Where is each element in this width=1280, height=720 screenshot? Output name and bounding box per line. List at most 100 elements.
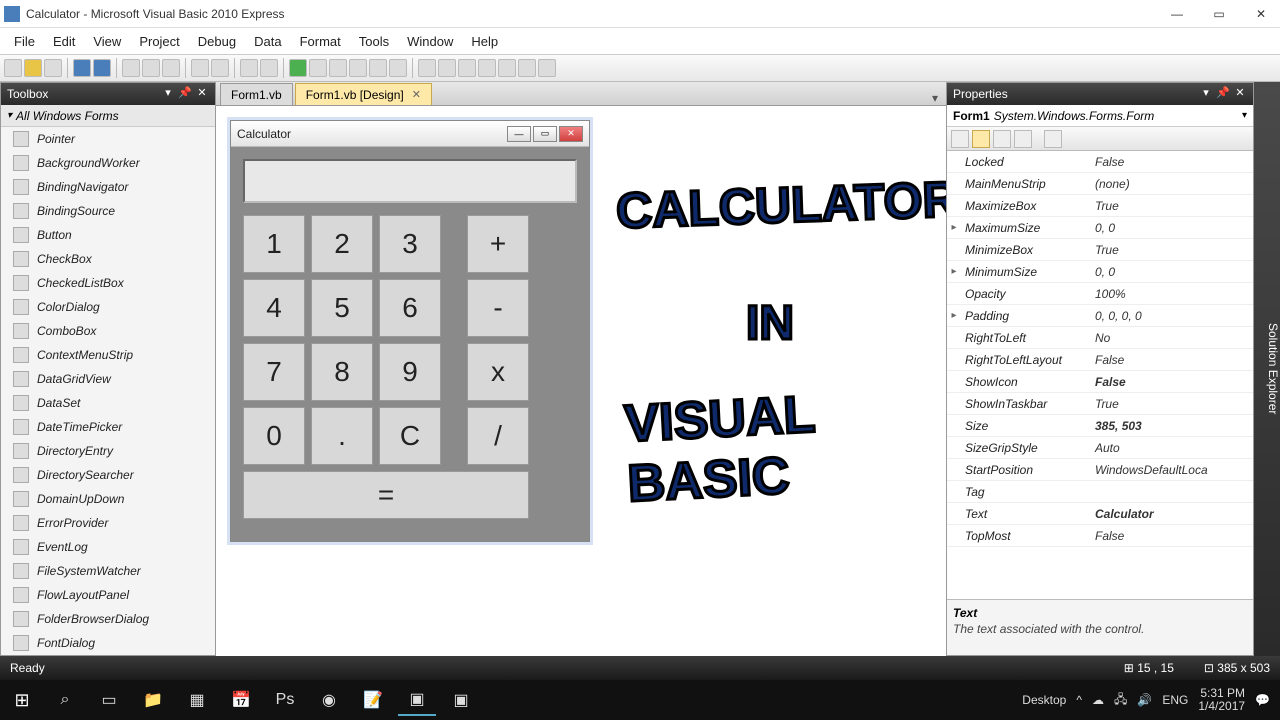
tool-c-icon[interactable] bbox=[458, 59, 476, 77]
start-debug-icon[interactable] bbox=[289, 59, 307, 77]
menu-file[interactable]: File bbox=[6, 31, 43, 52]
property-row[interactable]: TextCalculator bbox=[947, 503, 1253, 525]
property-row[interactable]: RightToLeftLayoutFalse bbox=[947, 349, 1253, 371]
toolbox-item[interactable]: DirectoryEntry bbox=[1, 439, 215, 463]
new-project-icon[interactable] bbox=[4, 59, 22, 77]
property-row[interactable]: MinimizeBoxTrue bbox=[947, 239, 1253, 261]
property-row[interactable]: RightToLeftNo bbox=[947, 327, 1253, 349]
expand-icon[interactable]: ▸ bbox=[947, 266, 961, 277]
file-explorer-icon[interactable]: 📁 bbox=[134, 684, 172, 716]
redo-icon[interactable] bbox=[260, 59, 278, 77]
close-button[interactable]: ✕ bbox=[1246, 7, 1276, 21]
menu-project[interactable]: Project bbox=[131, 31, 187, 52]
menu-data[interactable]: Data bbox=[246, 31, 289, 52]
open-file-icon[interactable] bbox=[24, 59, 42, 77]
tool-e-icon[interactable] bbox=[498, 59, 516, 77]
toolbox-item[interactable]: ComboBox bbox=[1, 319, 215, 343]
undo-icon[interactable] bbox=[240, 59, 258, 77]
break-icon[interactable] bbox=[309, 59, 327, 77]
step-into-icon[interactable] bbox=[349, 59, 367, 77]
notepad-icon[interactable]: 📝 bbox=[354, 684, 392, 716]
toolbox-item[interactable]: CheckedListBox bbox=[1, 271, 215, 295]
events-icon[interactable] bbox=[1014, 130, 1032, 148]
calc-key[interactable]: 5 bbox=[311, 279, 373, 337]
calc-key[interactable]: 4 bbox=[243, 279, 305, 337]
toolbox-item[interactable]: Button bbox=[1, 223, 215, 247]
property-row[interactable]: MaximizeBoxTrue bbox=[947, 195, 1253, 217]
minimize-button[interactable]: — bbox=[1162, 7, 1192, 21]
expand-icon[interactable]: ▸ bbox=[947, 222, 961, 233]
tray-notifications-icon[interactable]: 💬 bbox=[1255, 693, 1270, 707]
properties-close-icon[interactable]: ✕ bbox=[1233, 87, 1247, 101]
property-row[interactable]: SizeGripStyleAuto bbox=[947, 437, 1253, 459]
menu-format[interactable]: Format bbox=[292, 31, 349, 52]
align-left-icon[interactable] bbox=[191, 59, 209, 77]
save-icon[interactable] bbox=[73, 59, 91, 77]
toolbox-item[interactable]: ContextMenuStrip bbox=[1, 343, 215, 367]
toolbox-item[interactable]: FontDialog bbox=[1, 631, 215, 655]
stop-icon[interactable] bbox=[329, 59, 347, 77]
toolbox-item[interactable]: FileSystemWatcher bbox=[1, 559, 215, 583]
property-row[interactable]: ShowInTaskbarTrue bbox=[947, 393, 1253, 415]
property-row[interactable]: TopMostFalse bbox=[947, 525, 1253, 547]
tray-lang[interactable]: ENG bbox=[1162, 693, 1188, 707]
toolbox-close-icon[interactable]: ✕ bbox=[195, 87, 209, 101]
calc-key[interactable]: 7 bbox=[243, 343, 305, 401]
calc-equals[interactable]: = bbox=[243, 471, 529, 519]
calc-key[interactable]: + bbox=[467, 215, 529, 273]
calc-key[interactable]: 3 bbox=[379, 215, 441, 273]
calc-key[interactable]: C bbox=[379, 407, 441, 465]
tray-chevron-icon[interactable]: ^ bbox=[1076, 693, 1082, 707]
property-row[interactable]: ShowIconFalse bbox=[947, 371, 1253, 393]
categorized-icon[interactable] bbox=[951, 130, 969, 148]
copy-icon[interactable] bbox=[142, 59, 160, 77]
toolbox-item[interactable]: BindingSource bbox=[1, 199, 215, 223]
step-out-icon[interactable] bbox=[389, 59, 407, 77]
toolbox-dropdown-icon[interactable]: ▾ bbox=[161, 87, 175, 101]
calc-key[interactable]: . bbox=[311, 407, 373, 465]
menu-help[interactable]: Help bbox=[463, 31, 506, 52]
tray-volume-icon[interactable]: 🔊 bbox=[1137, 693, 1152, 707]
toolbox-item[interactable]: BackgroundWorker bbox=[1, 151, 215, 175]
toolbox-item[interactable]: EventLog bbox=[1, 535, 215, 559]
calc-key[interactable]: / bbox=[467, 407, 529, 465]
design-canvas[interactable]: Calculator — ▭ ✕ 123+456-789x0.C/= CALCU… bbox=[216, 106, 946, 656]
property-row[interactable]: Opacity100% bbox=[947, 283, 1253, 305]
camtasia-icon[interactable]: ▣ bbox=[442, 684, 480, 716]
tool-a-icon[interactable] bbox=[418, 59, 436, 77]
calc-key[interactable]: x bbox=[467, 343, 529, 401]
toolbox-item[interactable]: DateTimePicker bbox=[1, 415, 215, 439]
tray-network-icon[interactable]: 🖧 bbox=[1114, 690, 1127, 711]
save-all-icon[interactable] bbox=[93, 59, 111, 77]
calc-key[interactable]: 9 bbox=[379, 343, 441, 401]
properties-pin-icon[interactable]: 📌 bbox=[1216, 87, 1230, 101]
toolbox-item[interactable]: FolderBrowserDialog bbox=[1, 607, 215, 631]
calc-key[interactable]: 0 bbox=[243, 407, 305, 465]
photoshop-icon[interactable]: Ps bbox=[266, 684, 304, 716]
calc-display[interactable] bbox=[243, 159, 577, 203]
alphabetical-icon[interactable] bbox=[972, 130, 990, 148]
form-maximize-icon[interactable]: ▭ bbox=[533, 126, 557, 142]
tab-overflow-icon[interactable]: ▾ bbox=[924, 91, 946, 105]
tray-clock[interactable]: 5:31 PM 1/4/2017 bbox=[1198, 687, 1245, 713]
properties-object-selector[interactable]: Form1 System.Windows.Forms.Form ▾ bbox=[947, 105, 1253, 127]
toolbox-category[interactable]: ▾ All Windows Forms bbox=[1, 105, 215, 127]
properties-icon[interactable] bbox=[993, 130, 1011, 148]
property-row[interactable]: ▸MinimumSize0, 0 bbox=[947, 261, 1253, 283]
toolbox-item[interactable]: DomainUpDown bbox=[1, 487, 215, 511]
paste-icon[interactable] bbox=[162, 59, 180, 77]
search-icon[interactable]: ⌕ bbox=[46, 684, 84, 716]
app-icon-1[interactable]: ▦ bbox=[178, 684, 216, 716]
property-row[interactable]: Tag bbox=[947, 481, 1253, 503]
task-view-icon[interactable]: ▭ bbox=[90, 684, 128, 716]
visual-studio-icon[interactable]: ▣ bbox=[398, 684, 436, 716]
add-item-icon[interactable] bbox=[44, 59, 62, 77]
chrome-icon[interactable]: ◉ bbox=[310, 684, 348, 716]
form-minimize-icon[interactable]: — bbox=[507, 126, 531, 142]
toolbox-item[interactable]: ColorDialog bbox=[1, 295, 215, 319]
tool-g-icon[interactable] bbox=[538, 59, 556, 77]
menu-edit[interactable]: Edit bbox=[45, 31, 83, 52]
start-button[interactable]: ⊞ bbox=[4, 684, 40, 716]
toolbox-item[interactable]: Pointer bbox=[1, 127, 215, 151]
property-row[interactable]: MainMenuStrip(none) bbox=[947, 173, 1253, 195]
